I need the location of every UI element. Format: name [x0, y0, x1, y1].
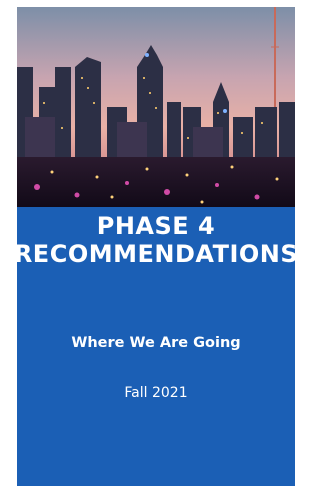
- title-line-1: PHASE 4: [96, 212, 216, 240]
- cover: PHASE 4 RECOMMENDATIONS Where We Are Goi…: [17, 7, 295, 486]
- city-skyline-photo: [17, 7, 295, 207]
- title-panel: PHASE 4 RECOMMENDATIONS Where We Are Goi…: [17, 207, 295, 486]
- page: PHASE 4 RECOMMENDATIONS Where We Are Goi…: [0, 0, 295, 486]
- subtitle: Where We Are Going: [71, 335, 241, 351]
- title-line-2: RECOMMENDATIONS: [17, 240, 295, 268]
- date-label: Fall 2021: [124, 385, 188, 401]
